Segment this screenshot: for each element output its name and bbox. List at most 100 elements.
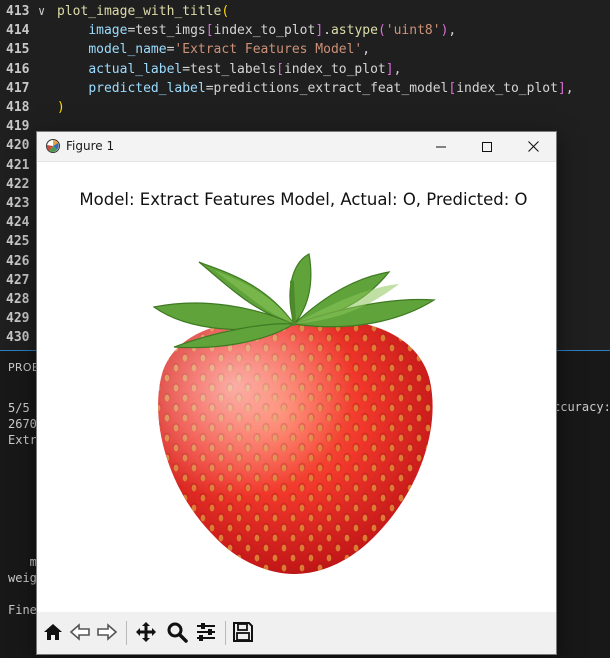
code-text: ) [57,98,65,117]
code-line[interactable]: 414 image=test_imgs[index_to_plot].astyp… [0,21,610,40]
code-token: actual_label [88,61,183,77]
zoom-icon [166,621,188,647]
line-number: 420 [6,138,30,154]
terminal-line: Fine [8,603,37,617]
zoom-button[interactable] [164,621,190,647]
code-text: predicted_label=predictions_extract_feat… [57,79,574,98]
strawberry-image [144,252,444,582]
code-line[interactable]: 415 model_name='Extract Features Model', [0,40,610,59]
plot-title: Model: Extract Features Model, Actual: O… [79,190,528,209]
line-number: 416 [6,61,30,77]
home-button[interactable] [40,621,66,647]
line-number: 415 [6,42,30,58]
code-token: ] [557,80,566,96]
figure-toolbar [37,612,556,654]
line-number: 429 [6,311,30,327]
code-token: ) [57,100,65,115]
line-number: 427 [6,272,30,288]
forward-button[interactable] [94,621,120,647]
line-number: 426 [6,253,30,269]
terminal-line: m [8,555,37,569]
window-titlebar[interactable]: Figure 1 [37,132,556,162]
save-icon [232,621,254,647]
code-token: ( [377,23,386,39]
configure-subplots-icon [195,621,217,647]
line-number: 424 [6,215,30,231]
terminal-output-right: ccuracy: [553,400,610,414]
code-token: model_name [88,42,167,58]
line-number: 430 [6,330,30,346]
terminal-line: weig [8,571,37,585]
figure-canvas[interactable]: Model: Extract Features Model, Actual: O… [37,162,556,612]
pan-button[interactable] [133,621,159,647]
minimize-button[interactable] [418,132,464,161]
maximize-icon [482,141,492,152]
code-text: actual_label=test_labels[index_to_plot], [57,60,401,79]
code-line[interactable]: 417 predicted_label=predictions_extract_… [0,79,610,98]
panel-tab-problems[interactable]: PROB [8,361,40,374]
configure-subplots-button[interactable] [193,621,219,647]
toolbar-separator [225,621,226,645]
close-button[interactable] [510,132,556,161]
home-icon [42,621,64,647]
line-number: 414 [6,23,30,39]
code-token: , [565,80,574,96]
code-token: =test_labels [182,61,277,77]
code-token: ( [221,4,230,19]
desktop-screen: 413 ∨ plot_image_with_title(414 image=test… [0,0,610,658]
back-arrow-icon [69,621,91,647]
code-token: index_to_plot [456,80,558,96]
close-icon [527,141,539,152]
code-token: plot_image_with_title [57,4,222,19]
terminal-line: 2670 [8,417,37,431]
fold-chevron-icon[interactable]: ∨ [38,2,45,21]
figure-window[interactable]: Figure 1 Model: Extract Features Model, … [37,132,556,654]
line-number: 418 [6,100,30,115]
code-text: model_name='Extract Features Model', [57,40,370,59]
code-token: ] [385,61,394,77]
code-line[interactable]: 413 ∨ plot_image_with_title( [0,2,610,21]
line-number: 425 [6,234,30,250]
line-number: 428 [6,292,30,307]
code-token: predicted_label [88,80,206,96]
line-number: 419 [6,119,30,135]
toolbar-separator [126,621,127,645]
back-button[interactable] [67,621,93,647]
line-number: 421 [6,157,30,173]
code-token: astype [330,23,378,39]
code-token: , [393,61,402,77]
code-token: index_to_plot [213,23,316,39]
code-token: =test_imgs [127,23,206,39]
line-number: 417 [6,80,30,96]
code-text: plot_image_with_title( [57,2,229,21]
minimize-icon [436,142,446,152]
forward-arrow-icon [96,621,118,647]
terminal-line: 5/5 [8,401,30,415]
code-token: image [88,23,128,39]
line-number: 422 [6,176,30,192]
window-title: Figure 1 [66,139,115,153]
code-token: , [448,23,457,39]
code-token: ] [315,23,324,39]
maximize-button[interactable] [464,132,510,161]
code-token: 'Extract Features Model' [174,42,363,58]
code-line[interactable]: 418) [0,98,610,117]
code-token: [ [205,23,214,39]
code-token: [ [448,80,457,96]
matplotlib-app-icon [45,138,61,154]
terminal-line: Extr [8,433,37,447]
code-token: . [323,23,331,39]
pan-icon [135,621,157,647]
code-text: image=test_imgs[index_to_plot].astype('u… [57,21,456,40]
save-button[interactable] [230,621,256,647]
line-number: 413 [6,4,30,19]
code-line[interactable]: 416 actual_label=test_labels[index_to_pl… [0,60,610,79]
code-token: , [362,42,371,58]
line-number: 423 [6,196,30,211]
code-token: [ [276,61,284,77]
code-token: index_to_plot [283,61,386,77]
